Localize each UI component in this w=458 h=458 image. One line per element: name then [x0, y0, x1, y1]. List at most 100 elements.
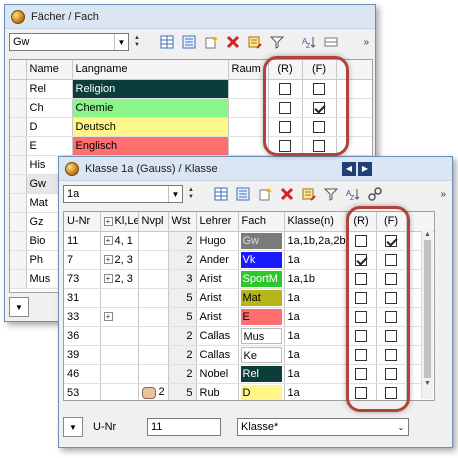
lesson-row[interactable]: 31 5 Arist Mat 1a: [64, 288, 434, 308]
lesson-r-checkbox[interactable]: [355, 310, 367, 323]
lesson-row[interactable]: 39 2 Callas Ke 1a: [64, 345, 434, 365]
col-header-r[interactable]: (R): [346, 212, 377, 232]
col-header-f[interactable]: (F): [302, 60, 337, 80]
subject-r-checkbox[interactable]: [279, 139, 291, 152]
list-edit-icon[interactable]: [301, 186, 317, 202]
subject-f-checkbox[interactable]: [313, 120, 325, 133]
subject-row[interactable]: D Deutsch: [10, 117, 372, 137]
filter-icon[interactable]: [323, 186, 339, 202]
row-header[interactable]: [10, 250, 27, 270]
subjects-window-titlebar[interactable]: Fächer / Fach: [5, 5, 375, 29]
col-header-nvpl[interactable]: Nvpl: [138, 212, 169, 232]
new-item-icon[interactable]: [203, 34, 219, 50]
new-item-icon[interactable]: [257, 186, 273, 202]
delete-icon[interactable]: [279, 186, 295, 202]
row-header[interactable]: [10, 269, 27, 289]
columns-icon[interactable]: [323, 34, 339, 50]
col-header-f[interactable]: (F): [376, 212, 407, 232]
lesson-row[interactable]: 7 +2, 3 2 Ander Vk 1a: [64, 250, 434, 270]
lesson-r-checkbox[interactable]: [355, 291, 367, 304]
subject-f-checkbox[interactable]: [313, 139, 325, 152]
col-header-name[interactable]: Name: [26, 60, 73, 80]
next-arrow-icon[interactable]: ▶: [358, 161, 372, 176]
col-header-klle[interactable]: + Kl,Le: [100, 212, 139, 232]
lesson-r-checkbox[interactable]: [355, 386, 367, 399]
list-icon[interactable]: [235, 186, 251, 202]
row-header[interactable]: [10, 174, 27, 194]
col-header-room[interactable]: Raum: [228, 60, 269, 80]
subject-row[interactable]: Rel Religion: [10, 79, 372, 99]
col-header-wst[interactable]: Wst: [168, 212, 197, 232]
subject-f-checkbox[interactable]: [313, 101, 325, 114]
col-header-classes[interactable]: Klasse(n): [284, 212, 347, 232]
lesson-f-checkbox[interactable]: [385, 291, 397, 304]
expand-icon[interactable]: +: [103, 216, 113, 226]
expand-icon[interactable]: +: [103, 255, 113, 265]
row-header[interactable]: [10, 212, 27, 232]
col-header-teacher[interactable]: Lehrer: [196, 212, 239, 232]
lesson-row[interactable]: 11 +4, 1 2 Hugo Gw 1a,1b,2a,2b: [64, 231, 434, 251]
col-header-unr[interactable]: U-Nr: [64, 212, 101, 232]
lesson-f-checkbox[interactable]: [385, 234, 397, 247]
row-header[interactable]: [10, 155, 27, 175]
chevron-down-icon[interactable]: ▼: [114, 34, 128, 50]
lessons-menu-button[interactable]: ▼: [63, 417, 83, 437]
subject-r-checkbox[interactable]: [279, 101, 291, 114]
footer-unr-input[interactable]: 11: [147, 418, 221, 436]
class-select[interactable]: 1a ▼: [63, 185, 183, 203]
grid-icon[interactable]: [213, 186, 229, 202]
footer-view-select[interactable]: Klasse* ⌄: [237, 418, 409, 436]
expand-icon[interactable]: +: [103, 312, 113, 322]
lesson-f-checkbox[interactable]: [385, 310, 397, 323]
lesson-r-checkbox[interactable]: [355, 348, 367, 361]
link-icon[interactable]: [367, 186, 383, 202]
subject-select[interactable]: Gw ▼: [9, 33, 129, 51]
subject-row[interactable]: E Englisch: [10, 136, 372, 156]
scroll-thumb[interactable]: [424, 240, 431, 378]
lesson-row[interactable]: 36 2 Callas Mus 1a: [64, 326, 434, 346]
lesson-r-checkbox[interactable]: [355, 272, 367, 285]
row-header[interactable]: [10, 231, 27, 251]
lesson-f-checkbox[interactable]: [385, 348, 397, 361]
lesson-f-checkbox[interactable]: [385, 253, 397, 266]
lesson-row[interactable]: 33 +5 Arist E 1a: [64, 307, 434, 327]
lesson-f-checkbox[interactable]: [385, 329, 397, 342]
filter-icon[interactable]: [269, 34, 285, 50]
expand-icon[interactable]: +: [103, 274, 113, 284]
lesson-f-checkbox[interactable]: [385, 386, 397, 399]
grid-icon[interactable]: [159, 34, 175, 50]
lesson-row[interactable]: 53 2 5 Rub D 1a: [64, 383, 434, 400]
sort-icon[interactable]: AZ: [345, 186, 361, 202]
subject-spinner[interactable]: ▲ ▼: [132, 35, 142, 49]
delete-icon[interactable]: [225, 34, 241, 50]
class-spinner[interactable]: ▲ ▼: [186, 187, 196, 201]
more-icon[interactable]: »: [363, 37, 369, 48]
subject-f-checkbox[interactable]: [313, 82, 325, 95]
chevron-down-icon[interactable]: ⌄: [394, 419, 408, 435]
lesson-r-checkbox[interactable]: [355, 329, 367, 342]
list-icon[interactable]: [181, 34, 197, 50]
class-window-titlebar[interactable]: Klasse 1a (Gauss) / Klasse ◀ ▶: [59, 157, 452, 181]
more-icon[interactable]: »: [440, 189, 446, 200]
col-header-subject[interactable]: Fach: [238, 212, 285, 232]
col-header-r[interactable]: (R): [268, 60, 303, 80]
lesson-r-checkbox[interactable]: [355, 253, 367, 266]
sort-icon[interactable]: AZ: [301, 34, 317, 50]
lesson-f-checkbox[interactable]: [385, 272, 397, 285]
row-header[interactable]: [10, 193, 27, 213]
lesson-r-checkbox[interactable]: [355, 234, 367, 247]
lesson-row[interactable]: 46 2 Nobel Rel 1a: [64, 364, 434, 384]
row-header[interactable]: [10, 117, 27, 137]
subject-r-checkbox[interactable]: [279, 120, 291, 133]
subject-row[interactable]: Ch Chemie: [10, 98, 372, 118]
lesson-f-checkbox[interactable]: [385, 367, 397, 380]
subject-r-checkbox[interactable]: [279, 82, 291, 95]
row-header[interactable]: [10, 79, 27, 99]
scroll-down-icon[interactable]: ▼: [422, 380, 433, 387]
lesson-row[interactable]: 73 +2, 3 3 Arist SportM 1a,1b: [64, 269, 434, 289]
scroll-up-icon[interactable]: ▲: [422, 231, 433, 238]
lessons-scrollbar[interactable]: ▲ ▼: [421, 231, 433, 399]
row-header[interactable]: [10, 136, 27, 156]
subjects-menu-button[interactable]: ▼: [9, 297, 29, 317]
chevron-down-icon[interactable]: ▼: [168, 186, 182, 202]
